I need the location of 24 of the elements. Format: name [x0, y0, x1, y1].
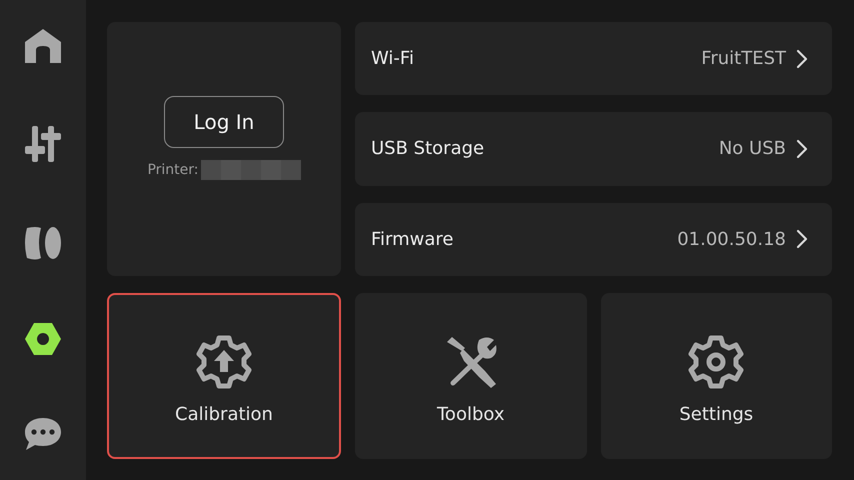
row-label: Wi-Fi	[371, 48, 415, 70]
row-value: No USB	[718, 138, 786, 160]
settings-row[interactable]: USB Storage No USB	[355, 112, 832, 186]
row-label: Firmware	[371, 228, 454, 250]
tool-tile[interactable]: Toolbox	[355, 293, 586, 459]
gear-icon	[688, 334, 744, 390]
tool-tile[interactable]: Calibration	[107, 293, 341, 459]
row-value: 01.00.50.18	[677, 228, 786, 250]
row-label: USB Storage	[371, 138, 486, 160]
chat-icon[interactable]	[24, 416, 62, 452]
settings-row[interactable]: Wi-Fi FruitTEST	[355, 22, 832, 96]
spool-icon[interactable]	[24, 224, 62, 262]
chevron-icon	[796, 229, 808, 250]
settings-row[interactable]: Firmware 01.00.50.18	[355, 202, 832, 276]
row-value: FruitTEST	[701, 48, 786, 70]
nut-icon[interactable]	[24, 322, 62, 356]
gear-upload-icon	[196, 334, 252, 390]
chevron-icon	[796, 138, 808, 159]
printer-label: Printer:	[147, 162, 199, 178]
chevron-icon	[796, 48, 808, 69]
sliders-icon[interactable]	[24, 124, 62, 164]
tool-tile[interactable]: Settings	[600, 293, 832, 459]
home-icon[interactable]	[24, 28, 62, 64]
login-button[interactable]: Log In	[164, 96, 284, 148]
